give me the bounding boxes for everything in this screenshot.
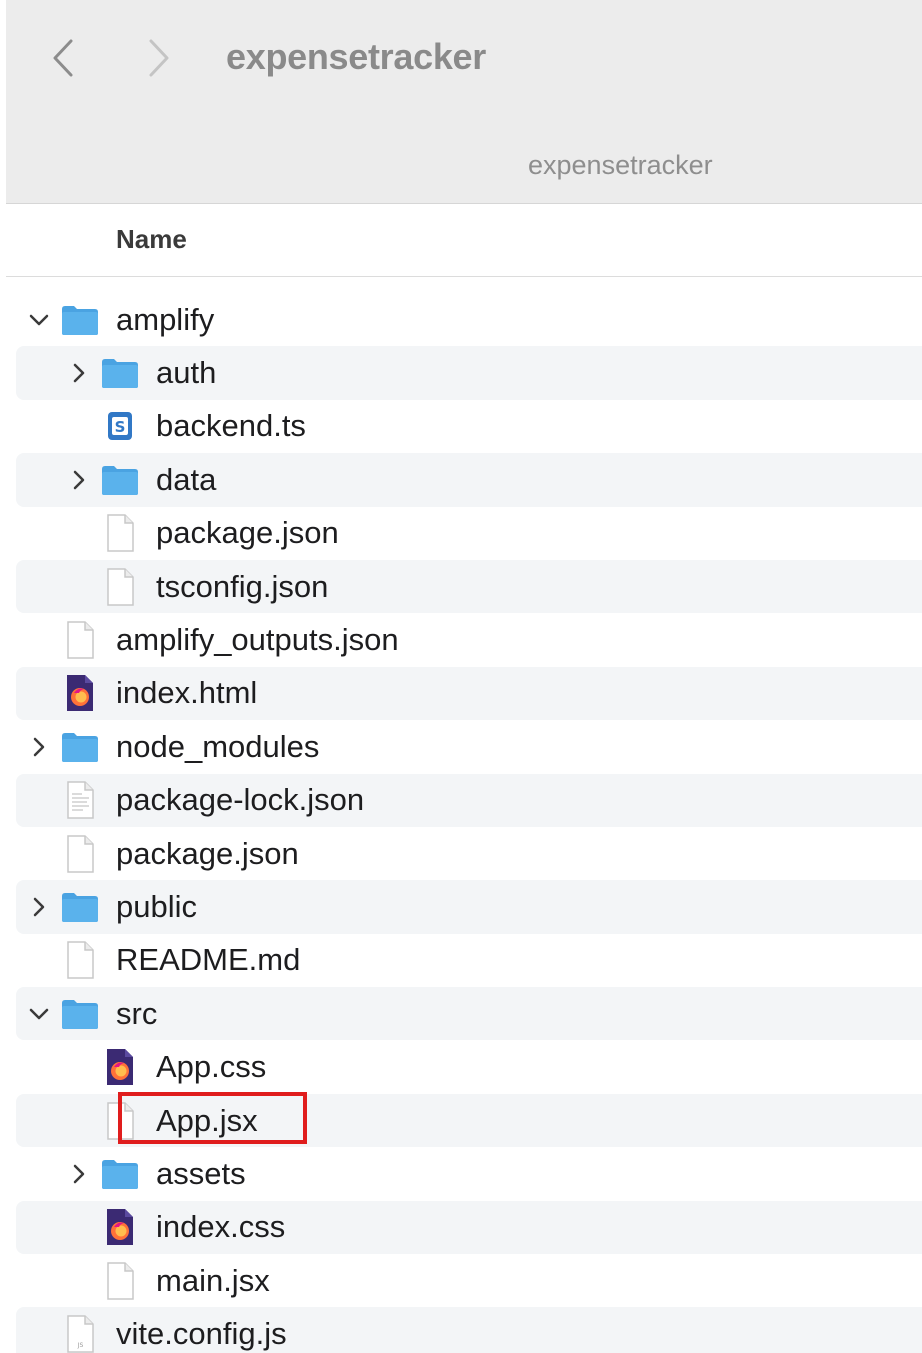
file-row-node-modules[interactable]: node_modules xyxy=(0,720,922,773)
chevron-right-icon[interactable] xyxy=(28,736,50,758)
toolbar: expensetracker expensetracker xyxy=(6,0,922,204)
file-name: index.css xyxy=(156,1209,286,1245)
blank-file-icon xyxy=(98,1259,142,1303)
firefox-document-icon xyxy=(98,1205,142,1249)
forward-button[interactable] xyxy=(144,36,174,80)
file-name: amplify xyxy=(116,301,215,337)
file-row-auth[interactable]: auth xyxy=(0,346,922,401)
file-row-backend-ts[interactable]: Sbackend.ts xyxy=(0,400,922,453)
file-row-index-css[interactable]: index.css xyxy=(0,1200,922,1255)
typescript-file-icon: S xyxy=(98,404,142,448)
chevron-right-icon[interactable] xyxy=(68,362,90,384)
file-name: package.json xyxy=(156,515,339,551)
chevron-down-icon[interactable] xyxy=(28,309,50,331)
file-name: package.json xyxy=(116,835,299,871)
file-name: assets xyxy=(156,1155,246,1191)
file-row-tsconfig-json[interactable]: tsconfig.json xyxy=(0,559,922,614)
file-name: src xyxy=(116,995,158,1031)
chevron-left-icon xyxy=(53,39,73,77)
blank-file-icon xyxy=(98,565,142,609)
chevron-down-icon[interactable] xyxy=(28,1003,50,1025)
blank-file-icon xyxy=(98,511,142,555)
svg-text:S: S xyxy=(115,418,126,436)
js-file-icon: JS xyxy=(58,1312,102,1353)
text-file-icon xyxy=(58,778,102,822)
folder-icon xyxy=(58,885,102,929)
file-name: data xyxy=(156,461,217,497)
file-row-data[interactable]: data xyxy=(0,453,922,507)
file-row-amplify-outputs-json[interactable]: amplify_outputs.json xyxy=(0,613,922,666)
svg-text:JS: JS xyxy=(77,1342,84,1349)
file-name: auth xyxy=(156,355,217,391)
chevron-right-icon[interactable] xyxy=(28,896,50,918)
file-name: public xyxy=(116,888,197,924)
selection-highlight-box xyxy=(118,1092,307,1144)
file-row-package-lock-json[interactable]: package-lock.json xyxy=(0,773,922,828)
folder-icon xyxy=(58,298,102,342)
folder-icon xyxy=(58,992,102,1036)
file-row-assets[interactable]: assets xyxy=(0,1147,922,1200)
file-name: node_modules xyxy=(116,728,320,764)
path-label: expensetracker xyxy=(528,150,713,180)
file-row-index-html[interactable]: index.html xyxy=(0,666,922,721)
firefox-document-icon xyxy=(98,1045,142,1089)
folder-icon xyxy=(98,351,142,395)
back-button[interactable] xyxy=(48,36,78,80)
blank-file-icon xyxy=(58,938,102,982)
file-name: amplify_outputs.json xyxy=(116,622,399,658)
file-name: backend.ts xyxy=(156,408,306,444)
chevron-right-icon[interactable] xyxy=(68,1163,90,1185)
window-title: expensetracker xyxy=(226,36,486,77)
file-name: README.md xyxy=(116,942,301,978)
firefox-document-icon xyxy=(58,671,102,715)
chevron-right-icon[interactable] xyxy=(68,469,90,491)
folder-icon xyxy=(58,725,102,769)
file-name: tsconfig.json xyxy=(156,568,329,604)
folder-icon xyxy=(98,1152,142,1196)
file-name: App.css xyxy=(156,1049,267,1085)
file-row-readme-md[interactable]: README.md xyxy=(0,934,922,987)
file-row-package-json[interactable]: package.json xyxy=(0,507,922,560)
blank-file-icon xyxy=(58,618,102,662)
file-row-amplify[interactable]: amplify xyxy=(0,293,922,346)
file-row-src[interactable]: src xyxy=(0,987,922,1041)
file-row-app-css[interactable]: App.css xyxy=(0,1040,922,1093)
file-list: amplify auth Sbackend.ts data package.json ts… xyxy=(0,293,922,1353)
chevron-right-icon xyxy=(149,39,169,77)
column-header-name[interactable]: Name xyxy=(6,204,922,277)
file-name: package-lock.json xyxy=(116,782,365,818)
file-row-package-json[interactable]: package.json xyxy=(0,827,922,880)
file-name: index.html xyxy=(116,675,258,711)
blank-file-icon xyxy=(58,832,102,876)
file-row-vite-config-js[interactable]: JS vite.config.js xyxy=(0,1307,922,1353)
column-header-label: Name xyxy=(116,224,187,254)
file-row-main-jsx[interactable]: main.jsx xyxy=(0,1254,922,1307)
file-row-public[interactable]: public xyxy=(0,880,922,935)
file-name: main.jsx xyxy=(156,1262,270,1298)
folder-icon xyxy=(98,458,142,502)
file-name: vite.config.js xyxy=(116,1316,287,1352)
